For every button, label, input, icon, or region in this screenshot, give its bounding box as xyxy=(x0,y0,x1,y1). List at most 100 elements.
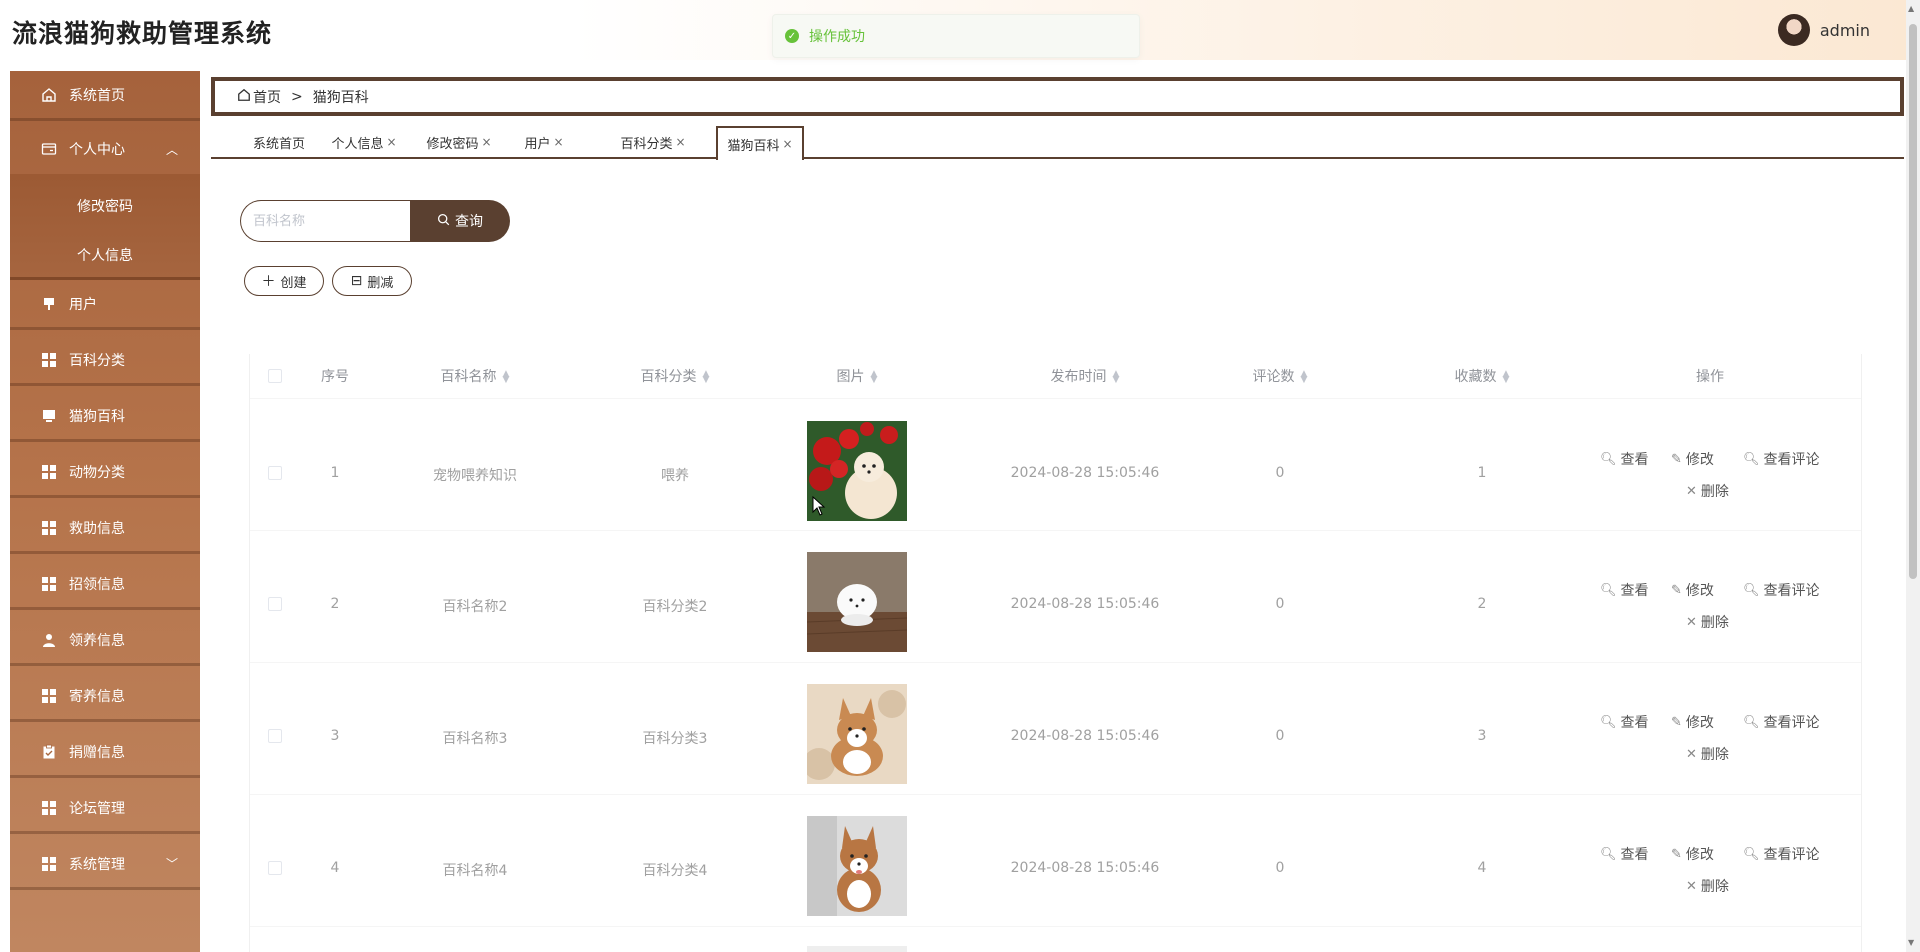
scrollbar-thumb[interactable] xyxy=(1909,24,1917,579)
sort-icon[interactable]: ▲ ▼ xyxy=(1113,370,1120,385)
home-icon xyxy=(41,87,57,103)
sidebar-item-rescue-info[interactable]: 救助信息 xyxy=(10,504,200,554)
scroll-down-icon[interactable]: ▼ xyxy=(1908,938,1914,947)
close-icon[interactable]: × xyxy=(553,135,563,149)
wiki-table: 序号 百科名称 ▲ ▼ 百科分类 ▲ ▼ 图片 ▲ ▼ 发布时间 ▲ ▼ 评论数 ▲ ▼ 收藏数 ▲ ▼… xyxy=(249,354,1862,952)
edit-button[interactable]: ✎ 修改 xyxy=(1671,580,1714,600)
row-checkbox[interactable] xyxy=(268,597,282,611)
view-comments-button[interactable]: 🔍︎ 查看评论 xyxy=(1743,449,1820,469)
delete-row-button[interactable]: ✕ 删除 xyxy=(1686,876,1729,896)
view-label: 查看 xyxy=(1620,715,1649,731)
pencil-icon: ✎ xyxy=(1671,846,1682,862)
sort-icon[interactable]: ▲ ▼ xyxy=(1503,370,1510,385)
tab-home[interactable]: 系统首页 xyxy=(244,126,314,158)
search-icon: 🔍︎ xyxy=(1743,846,1760,862)
username[interactable]: admin xyxy=(1820,21,1870,40)
row-favorites: 4 xyxy=(1477,860,1487,876)
view-comments-button[interactable]: 🔍︎ 查看评论 xyxy=(1743,712,1820,732)
tab-wiki-category[interactable]: 百科分类 × xyxy=(609,126,697,158)
pet-image[interactable] xyxy=(807,946,907,952)
sidebar-item-home[interactable]: 系统首页 xyxy=(10,71,200,121)
header-image[interactable]: 图片 ▲ ▼ xyxy=(807,366,907,386)
tab-pet-wiki[interactable]: 猫狗百科 × xyxy=(716,126,804,160)
header-comments[interactable]: 评论数 ▲ ▼ xyxy=(1210,366,1350,386)
grid-icon xyxy=(41,520,57,536)
pet-image[interactable] xyxy=(807,816,907,916)
view-comments-button[interactable]: 🔍︎ 查看评论 xyxy=(1743,580,1820,600)
create-button[interactable]: ＋ 创建 xyxy=(244,266,324,296)
row-checkbox[interactable] xyxy=(268,729,282,743)
page-scrollbar[interactable]: ▲ ▼ xyxy=(1906,0,1920,952)
sort-icon[interactable]: ▲ ▼ xyxy=(1301,370,1308,385)
user-menu[interactable]: admin xyxy=(1777,14,1870,46)
wallet-icon xyxy=(41,141,57,157)
minus-square-icon: ⊟ xyxy=(350,273,363,289)
edit-button[interactable]: ✎ 修改 xyxy=(1671,844,1714,864)
sidebar-item-adoption-info[interactable]: 领养信息 xyxy=(10,616,200,666)
sidebar-item-personal-center[interactable]: 个人中心 ︿ xyxy=(10,124,200,174)
sidebar-item-claim-info[interactable]: 招领信息 xyxy=(10,560,200,610)
row-comments: 0 xyxy=(1275,860,1285,876)
view-button[interactable]: 🔍︎ 查看 xyxy=(1600,449,1649,469)
row-comments: 0 xyxy=(1275,596,1285,612)
header-label: 图片 xyxy=(836,369,865,385)
header-category[interactable]: 百科分类 ▲ ▼ xyxy=(605,366,745,386)
avatar[interactable] xyxy=(1777,14,1810,46)
select-all-checkbox[interactable] xyxy=(268,369,282,383)
row-favorites: 1 xyxy=(1477,465,1487,481)
search-button[interactable]: 查询 xyxy=(410,200,510,242)
sort-icon[interactable]: ▲ ▼ xyxy=(703,370,710,385)
sidebar-item-forum-management[interactable]: 论坛管理 xyxy=(10,784,200,834)
close-icon[interactable]: × xyxy=(782,137,792,151)
view-button[interactable]: 🔍︎ 查看 xyxy=(1600,712,1649,732)
personal-center-submenu: 修改密码 个人信息 xyxy=(10,174,200,280)
breadcrumb-separator: > xyxy=(291,88,303,105)
header-name[interactable]: 百科名称 ▲ ▼ xyxy=(405,366,545,386)
edit-button[interactable]: ✎ 修改 xyxy=(1671,449,1714,469)
delete-row-button[interactable]: ✕ 删除 xyxy=(1686,612,1729,632)
delete-row-button[interactable]: ✕ 删除 xyxy=(1686,744,1729,764)
sidebar-item-foster-info[interactable]: 寄养信息 xyxy=(10,672,200,722)
tab-bar: 系统首页 个人信息 × 修改密码 × 用户 × 百科分类 × 猫狗百科 × xyxy=(211,126,1904,160)
tab-change-password[interactable]: 修改密码 × xyxy=(419,126,499,158)
sort-icon[interactable]: ▲ ▼ xyxy=(871,370,878,385)
sidebar-item-wiki-category[interactable]: 百科分类 xyxy=(10,336,200,386)
edit-button[interactable]: ✎ 修改 xyxy=(1671,712,1714,732)
header-operations: 操作 xyxy=(1630,366,1790,386)
breadcrumb-home[interactable]: 首页 xyxy=(253,87,281,107)
sidebar-subitem-change-password[interactable]: 修改密码 xyxy=(10,196,200,216)
sidebar-item-label: 系统管理 xyxy=(69,856,125,873)
sidebar-item-users[interactable]: 用户 xyxy=(10,280,200,330)
sidebar-item-pet-wiki[interactable]: 猫狗百科 xyxy=(10,392,200,442)
edit-label: 修改 xyxy=(1685,583,1714,599)
close-icon[interactable]: × xyxy=(386,135,396,149)
view-button[interactable]: 🔍︎ 查看 xyxy=(1600,844,1649,864)
sidebar-item-animal-category[interactable]: 动物分类 xyxy=(10,448,200,498)
sidebar-subitem-personal-info[interactable]: 个人信息 xyxy=(10,245,200,265)
view-comments-label: 查看评论 xyxy=(1763,847,1820,863)
sidebar-item-system-management[interactable]: 系统管理 ﹀ xyxy=(10,840,200,890)
sidebar-item-label: 系统首页 xyxy=(69,87,125,104)
sidebar-item-label: 百科分类 xyxy=(69,352,125,369)
delete-button[interactable]: ⊟ 删减 xyxy=(332,266,412,296)
delete-row-button[interactable]: ✕ 删除 xyxy=(1686,481,1729,501)
tab-users[interactable]: 用户 × xyxy=(514,126,574,158)
row-checkbox[interactable] xyxy=(268,861,282,875)
search-input[interactable] xyxy=(240,200,411,242)
sidebar-item-donation-info[interactable]: 捐赠信息 xyxy=(10,728,200,778)
pet-image[interactable] xyxy=(807,684,907,784)
view-button[interactable]: 🔍︎ 查看 xyxy=(1600,580,1649,600)
close-icon[interactable]: × xyxy=(675,135,685,149)
scroll-up-icon[interactable]: ▲ xyxy=(1908,4,1914,13)
header-favorites[interactable]: 收藏数 ▲ ▼ xyxy=(1412,366,1552,386)
row-checkbox[interactable] xyxy=(268,466,282,480)
row-divider xyxy=(250,926,1861,927)
top-bar: 流浪猫狗救助管理系统 ✓ 操作成功 admin xyxy=(0,0,1906,60)
pet-image[interactable] xyxy=(807,552,907,652)
close-icon[interactable]: × xyxy=(481,135,491,149)
view-comments-label: 查看评论 xyxy=(1763,583,1820,599)
view-comments-button[interactable]: 🔍︎ 查看评论 xyxy=(1743,844,1820,864)
tab-personal-info[interactable]: 个人信息 × xyxy=(324,126,404,158)
sort-icon[interactable]: ▲ ▼ xyxy=(503,370,510,385)
header-publish-time[interactable]: 发布时间 ▲ ▼ xyxy=(985,366,1185,386)
